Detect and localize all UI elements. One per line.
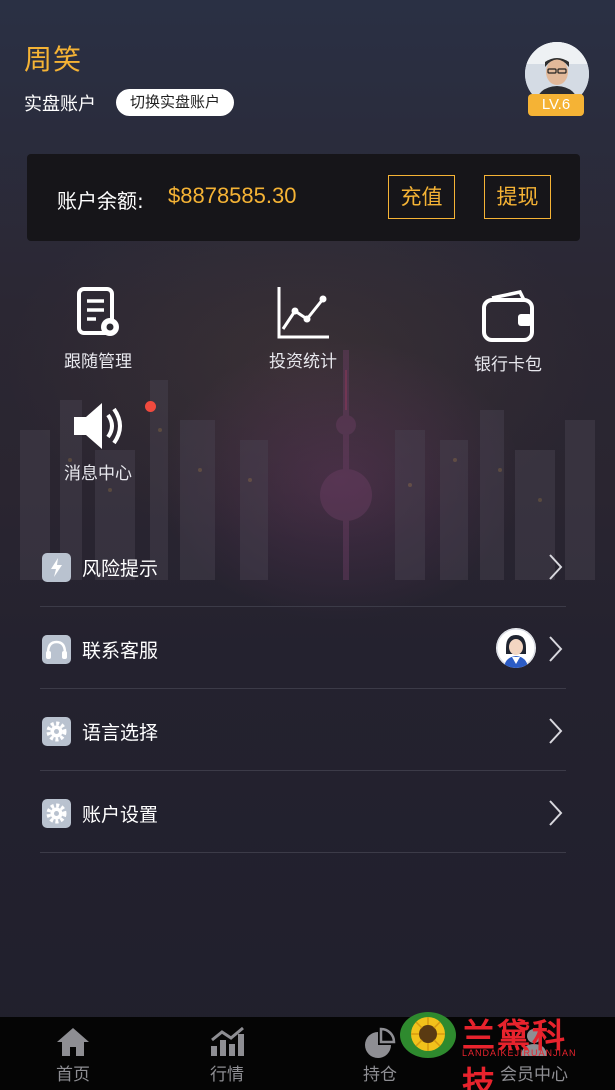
recharge-button[interactable]: 充值 [388, 175, 455, 219]
menu-item-language[interactable]: 语言选择 [40, 689, 566, 771]
chevron-right-icon [549, 718, 563, 744]
balance-label: 账户余额: [57, 189, 144, 213]
withdraw-button[interactable]: 提现 [484, 175, 551, 219]
account-type-label: 实盘账户 [24, 94, 96, 115]
menu-item-label: 账户设置 [82, 804, 159, 826]
wallet-icon [482, 290, 534, 342]
chart-icon [211, 1026, 244, 1056]
watermark-subtext: LANDAIKEJIRUANJIAN [462, 1048, 577, 1058]
sunflower-logo-icon [400, 1012, 456, 1058]
gear-icon [42, 799, 71, 828]
menu-item-label: 联系客服 [82, 640, 159, 662]
switch-account-button[interactable]: 切换实盘账户 [116, 89, 235, 116]
headset-icon [42, 635, 71, 664]
menu-item-risk-warning[interactable]: 风险提示 [40, 525, 566, 607]
menu-item-label: 风险提示 [82, 558, 159, 580]
watermark-logo: 兰黛科技 LANDAIKEJIRUANJIAN [398, 1008, 598, 1090]
pie-chart-icon [365, 1027, 396, 1058]
tab-market[interactable]: 行情 [172, 1017, 282, 1090]
balance-amount: $8878585.30 [168, 183, 297, 208]
tab-label: 行情 [210, 1065, 244, 1085]
menu-item-account-settings[interactable]: 账户设置 [40, 771, 566, 853]
speaker-icon [74, 403, 122, 449]
tab-home[interactable]: 首页 [18, 1017, 128, 1090]
user-name: 周笑 [24, 43, 83, 76]
follow-management-button[interactable]: 跟随管理 [38, 285, 158, 372]
chevron-right-icon [549, 636, 563, 662]
investment-stats-button[interactable]: 投资统计 [243, 285, 363, 372]
chevron-right-icon [549, 800, 563, 826]
level-badge: LV.6 [528, 94, 584, 116]
notification-dot [145, 401, 156, 412]
line-chart-icon [277, 287, 329, 339]
message-center-button[interactable]: 消息中心 [38, 399, 158, 484]
quick-action-label: 银行卡包 [474, 355, 542, 375]
home-icon [57, 1028, 89, 1056]
menu-item-label: 语言选择 [82, 722, 159, 744]
quick-action-label: 跟随管理 [64, 352, 132, 372]
chevron-right-icon [549, 554, 563, 580]
document-gear-icon [77, 287, 119, 336]
quick-action-label: 消息中心 [64, 464, 132, 484]
tab-label: 持仓 [363, 1065, 397, 1085]
lightning-icon [42, 553, 71, 582]
balance-card: 账户余额: $8878585.30 充值 提现 [27, 154, 580, 241]
tab-label: 首页 [56, 1065, 90, 1085]
agent-avatar-icon [496, 628, 536, 668]
bank-card-wallet-button[interactable]: 银行卡包 [448, 288, 568, 375]
gear-icon [42, 717, 71, 746]
quick-action-label: 投资统计 [269, 352, 337, 372]
menu-item-customer-service[interactable]: 联系客服 [40, 607, 566, 689]
settings-menu: 风险提示 联系客服 语言选择 账户设置 [40, 525, 566, 853]
